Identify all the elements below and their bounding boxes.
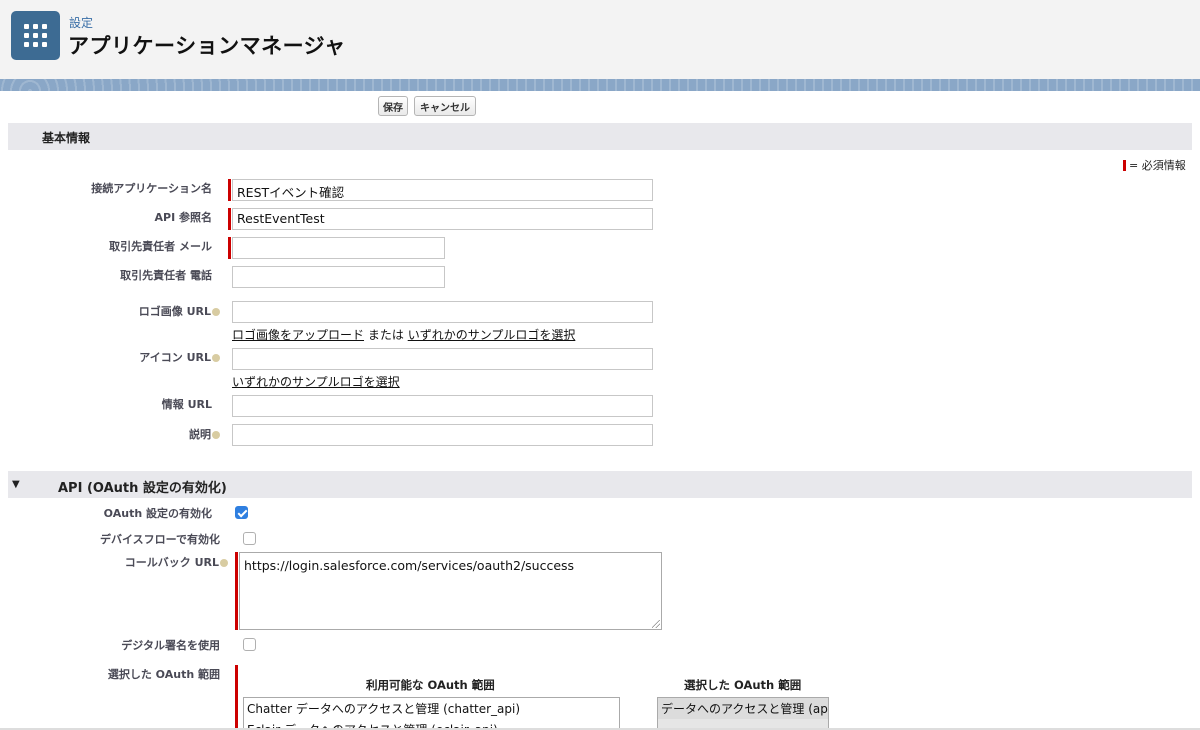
help-icon[interactable] bbox=[212, 354, 220, 362]
contact-phone-input[interactable] bbox=[232, 266, 445, 288]
list-item[interactable]: データへのアクセスと管理 (api) bbox=[658, 698, 828, 719]
help-icon[interactable] bbox=[220, 559, 228, 567]
selected-scopes-title: 選択した OAuth 範囲 bbox=[684, 678, 802, 692]
info-url-label: 情報 URL bbox=[161, 398, 212, 411]
icon-url-label-text: アイコン URL bbox=[139, 351, 211, 364]
available-scopes-list[interactable]: Chatter データへのアクセスと管理 (chatter_api) Eclai… bbox=[243, 697, 620, 730]
contact-email-input[interactable] bbox=[232, 237, 445, 259]
logo-url-label-text: ロゴ画像 URL bbox=[138, 305, 211, 318]
help-icon[interactable] bbox=[212, 431, 220, 439]
callback-url-value: https://login.salesforce.com/services/oa… bbox=[244, 558, 575, 573]
required-marker bbox=[235, 552, 238, 630]
icon-url-label: アイコン URL bbox=[139, 349, 220, 365]
digital-signature-checkbox[interactable] bbox=[243, 638, 256, 651]
app-name-label: 接続アプリケーション名 bbox=[91, 182, 212, 195]
list-item[interactable]: Chatter データへのアクセスと管理 (chatter_api) bbox=[244, 698, 619, 719]
callback-url-textarea[interactable]: https://login.salesforce.com/services/oa… bbox=[239, 552, 662, 630]
save-button[interactable]: 保存 bbox=[378, 96, 408, 116]
basic-info-section-header: 基本情報 bbox=[8, 123, 1192, 150]
available-scopes-title: 利用可能な OAuth 範囲 bbox=[366, 678, 495, 692]
digital-signature-label: デジタル署名を使用 bbox=[121, 639, 220, 652]
description-label: 説明 bbox=[189, 426, 220, 442]
selected-scopes-list[interactable]: データへのアクセスと管理 (api) bbox=[657, 697, 829, 730]
callback-url-label: コールバック URL bbox=[125, 554, 228, 570]
page-header: 設定 アプリケーションマネージャ bbox=[0, 0, 1200, 79]
decorative-band bbox=[0, 79, 1200, 91]
or-text: または bbox=[367, 328, 404, 342]
required-legend: = 必須情報 bbox=[1123, 157, 1186, 173]
upload-logo-link[interactable]: ロゴ画像をアップロード bbox=[232, 328, 364, 342]
section-title: 基本情報 bbox=[42, 131, 91, 145]
collapse-triangle-icon[interactable]: ▼ bbox=[12, 479, 20, 490]
help-icon[interactable] bbox=[212, 308, 220, 316]
oauth-scopes-label: 選択した OAuth 範囲 bbox=[107, 668, 220, 681]
sample-logo-link[interactable]: いずれかのサンプルロゴを選択 bbox=[408, 328, 576, 342]
sample-icon-link[interactable]: いずれかのサンプルロゴを選択 bbox=[232, 375, 400, 389]
page-title: アプリケーションマネージャ bbox=[68, 34, 346, 58]
section-title: API (OAuth 設定の有効化) bbox=[58, 481, 227, 496]
oauth-enabled-checkbox[interactable] bbox=[235, 506, 248, 519]
required-marker bbox=[228, 208, 231, 230]
resize-grip-icon[interactable] bbox=[652, 620, 660, 628]
device-flow-label: デバイスフローで有効化 bbox=[99, 533, 220, 546]
app-grid-icon bbox=[11, 11, 60, 60]
logo-url-label: ロゴ画像 URL bbox=[139, 303, 220, 319]
cancel-button[interactable]: キャンセル bbox=[414, 96, 476, 116]
callback-url-label-text: コールバック URL bbox=[124, 556, 219, 569]
required-legend-text: = 必須情報 bbox=[1129, 159, 1186, 172]
required-marker bbox=[228, 179, 231, 201]
app-name-input[interactable]: RESTイベント確認 bbox=[232, 179, 653, 201]
description-label-text: 説明 bbox=[189, 428, 211, 441]
api-section-header[interactable]: ▼ API (OAuth 設定の有効化) bbox=[8, 471, 1192, 498]
icon-links: いずれかのサンプルロゴを選択 bbox=[232, 373, 400, 390]
api-name-input[interactable]: RestEventTest bbox=[232, 208, 653, 230]
required-marker bbox=[228, 237, 231, 259]
icon-url-input[interactable] bbox=[232, 348, 653, 370]
oauth-enabled-label: OAuth 設定の有効化 bbox=[103, 507, 212, 520]
device-flow-checkbox[interactable] bbox=[243, 532, 256, 545]
logo-url-input[interactable] bbox=[232, 301, 653, 323]
description-input[interactable] bbox=[232, 424, 653, 446]
api-name-label: API 参照名 bbox=[154, 211, 213, 224]
logo-links: ロゴ画像をアップロード または いずれかのサンプルロゴを選択 bbox=[232, 326, 575, 343]
info-url-input[interactable] bbox=[232, 395, 653, 417]
breadcrumb[interactable]: 設定 bbox=[69, 14, 93, 31]
required-marker-icon bbox=[1123, 159, 1126, 171]
contact-email-label: 取引先責任者 メール bbox=[109, 240, 212, 253]
required-marker bbox=[235, 665, 238, 730]
contact-phone-label: 取引先責任者 電話 bbox=[120, 269, 212, 282]
